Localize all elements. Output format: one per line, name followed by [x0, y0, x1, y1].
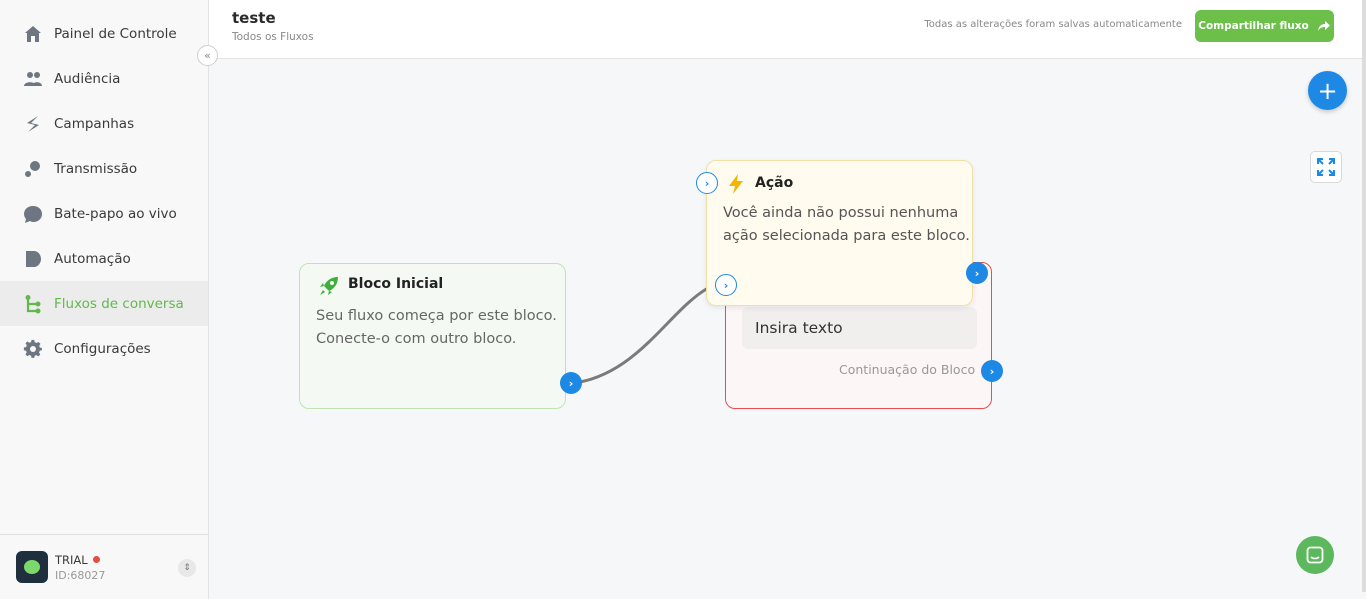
sidebar-item-fluxos[interactable]: Fluxos de conversa: [0, 281, 208, 326]
sidebar-item-label: Campanhas: [54, 115, 135, 132]
action-block-line-2: ação selecionada para este bloco.: [723, 228, 970, 244]
sidebar-item-painel[interactable]: Painel de Controle: [0, 11, 208, 56]
expand-icon: [1317, 158, 1335, 176]
switch-account-icon[interactable]: ⇕: [178, 559, 196, 577]
share-flow-button[interactable]: Compartilhar fluxo: [1195, 10, 1334, 42]
start-block-line-2: Conecte-o com outro bloco.: [316, 331, 517, 347]
collapse-sidebar-button[interactable]: «: [197, 45, 218, 66]
scrollbar[interactable]: [1362, 0, 1366, 592]
action-block-input-port[interactable]: ›: [696, 172, 718, 194]
sidebar-item-campanhas[interactable]: Campanhas: [0, 101, 208, 146]
gear-icon: [22, 338, 44, 360]
sidebar-item-configuracoes[interactable]: Configurações: [0, 326, 208, 371]
breadcrumb[interactable]: Todos os Fluxos: [232, 31, 314, 43]
campaign-icon: [22, 113, 44, 135]
flow-icon: [22, 293, 44, 315]
sidebar-item-transmissao[interactable]: Transmissão: [0, 146, 208, 191]
automation-icon: [22, 248, 44, 270]
sidebar-item-audiencia[interactable]: Audiência: [0, 56, 208, 101]
sidebar-item-automacao[interactable]: Automação: [0, 236, 208, 281]
chat-icon: [1306, 546, 1324, 564]
support-chat-button[interactable]: [1296, 536, 1334, 574]
chat-bubble-icon: [22, 203, 44, 225]
fullscreen-button[interactable]: [1310, 151, 1342, 183]
share-arrow-icon: [1317, 21, 1330, 31]
start-block[interactable]: Bloco Inicial Seu fluxo começa por este …: [299, 263, 566, 409]
action-block-title: Ação: [755, 175, 794, 191]
account-id: ID:68027: [55, 568, 106, 582]
sidebar: Painel de Controle Audiência Campanhas T…: [0, 0, 209, 599]
share-flow-label: Compartilhar fluxo: [1198, 20, 1309, 32]
page-title: teste: [232, 9, 276, 27]
action-block-description: Você ainda não possui nenhuma ação selec…: [723, 202, 970, 248]
sidebar-item-label: Bate-papo ao vivo: [54, 205, 177, 222]
action-block-inner-port[interactable]: ›: [715, 274, 737, 296]
broadcast-icon: [22, 158, 44, 180]
plan-label: TRIAL: [55, 552, 88, 567]
account-switcher[interactable]: TRIAL ID:68027 ⇕: [0, 534, 208, 599]
sidebar-item-label: Painel de Controle: [54, 25, 177, 42]
sidebar-item-label: Audiência: [54, 70, 121, 87]
avatar: [16, 551, 48, 583]
lightning-icon: [727, 173, 745, 199]
rocket-icon: [318, 275, 340, 301]
people-icon: [22, 68, 44, 90]
message-text-input[interactable]: Insira texto: [742, 307, 977, 349]
start-block-line-1: Seu fluxo começa por este bloco.: [316, 308, 557, 324]
status-dot: [92, 556, 100, 563]
header: teste Todos os Fluxos Todas as alteraçõe…: [209, 0, 1362, 59]
home-icon: [22, 23, 44, 45]
sidebar-item-label: Automação: [54, 250, 131, 267]
action-block-line-1: Você ainda não possui nenhuma: [723, 205, 959, 221]
sidebar-item-label: Fluxos de conversa: [54, 295, 184, 312]
continuation-label: Continuação do Bloco: [839, 362, 976, 377]
sidebar-nav: Painel de Controle Audiência Campanhas T…: [0, 11, 208, 371]
sidebar-item-bate-papo[interactable]: Bate-papo ao vivo: [0, 191, 208, 236]
action-block[interactable]: Ação Você ainda não possui nenhuma ação …: [706, 160, 973, 306]
start-block-title: Bloco Inicial: [348, 276, 444, 292]
add-block-button[interactable]: +: [1308, 71, 1347, 110]
sidebar-item-label: Configurações: [54, 340, 151, 357]
action-block-output-port[interactable]: ›: [966, 262, 988, 284]
start-block-output-port[interactable]: ›: [560, 372, 582, 394]
autosave-status: Todas as alterações foram salvas automat…: [924, 19, 1182, 30]
sidebar-item-label: Transmissão: [54, 160, 138, 177]
continuation-output-port[interactable]: ›: [981, 360, 1003, 382]
start-block-description: Seu fluxo começa por este bloco. Conecte…: [316, 305, 557, 351]
